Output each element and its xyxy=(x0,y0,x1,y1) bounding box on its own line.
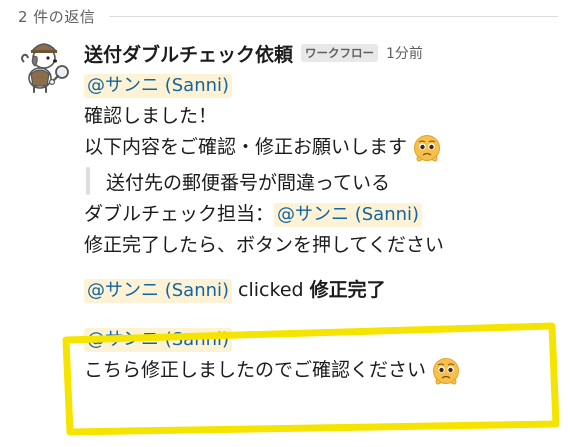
reply-text: こちら修正しましたのでご確認ください xyxy=(84,359,427,381)
reply-line: @サンニ (Sanni) xyxy=(84,324,554,355)
message-text: 確認しました！ xyxy=(84,105,218,127)
divider xyxy=(109,15,558,17)
user-mention[interactable]: @サンニ (Sanni) xyxy=(84,327,233,352)
quote-bar xyxy=(86,167,90,195)
user-mention[interactable]: @サンニ (Sanni) xyxy=(84,278,233,303)
message-line: 修正完了したら、ボタンを押してください xyxy=(84,230,554,261)
message-line: 以下内容をご確認・修正お願いします xyxy=(84,132,554,163)
user-mention[interactable]: @サンニ (Sanni) xyxy=(84,73,233,98)
clicked-text: clicked xyxy=(238,279,304,301)
message-text: 以下内容をご確認・修正お願いします xyxy=(84,136,408,158)
app-badge: ワークフロー xyxy=(301,44,379,62)
thread-replies-header: 2 件の返信 xyxy=(18,4,558,28)
message-line: 確認しました！ xyxy=(84,101,554,132)
message-text: 修正完了したら、ボタンを押してください xyxy=(84,234,444,256)
reply-line: こちら修正しましたのでご確認ください xyxy=(84,355,554,386)
user-mention[interactable]: @サンニ (Sanni) xyxy=(274,202,423,227)
message-line: @サンニ (Sanni) xyxy=(84,70,554,101)
message-header: 送付ダブルチェック依頼 ワークフロー 1分前 xyxy=(84,38,554,68)
action-line: @サンニ (Sanni) clicked 修正完了 xyxy=(84,275,554,306)
sender-name[interactable]: 送付ダブルチェック依頼 xyxy=(84,40,293,67)
pleading-face-emoji-icon xyxy=(432,357,460,385)
message: 送付ダブルチェック依頼 ワークフロー 1分前 @サンニ (Sanni) 確認しま… xyxy=(84,38,554,386)
timestamp[interactable]: 1分前 xyxy=(386,43,423,63)
clicked-button-name: 修正完了 xyxy=(309,279,386,301)
reply-count: 2 件の返信 xyxy=(18,7,96,26)
message-line: ダブルチェック担当： @サンニ (Sanni) xyxy=(84,199,554,230)
message-text: ダブルチェック担当： xyxy=(84,203,275,225)
blockquote: 送付先の郵便番号が間違っている xyxy=(86,163,554,199)
quote-text: 送付先の郵便番号が間違っている xyxy=(106,171,391,194)
detective-dog-avatar-icon[interactable] xyxy=(18,38,74,94)
pleading-face-emoji-icon xyxy=(413,134,441,162)
